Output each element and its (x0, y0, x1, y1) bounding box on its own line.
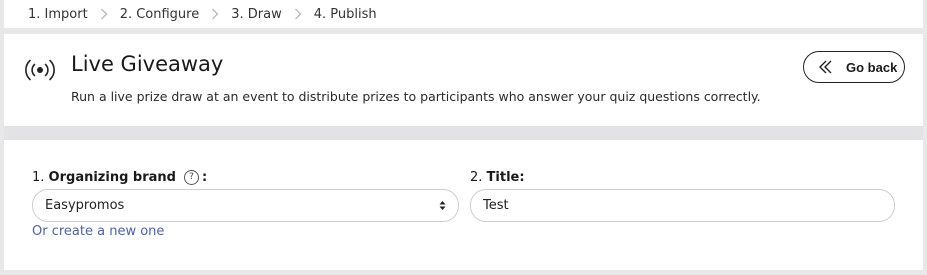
title-input[interactable] (470, 189, 895, 222)
field-label-suffix: : (201, 170, 208, 185)
section-divider (4, 126, 923, 140)
step-draw[interactable]: 3. Draw (231, 7, 282, 22)
go-back-label: Go back (846, 59, 898, 75)
page-description: Run a live prize draw at an event to dis… (71, 89, 761, 104)
wizard-stepper: 1. Import 2. Configure 3. Draw 4. Publis… (4, 0, 923, 28)
field-number: 1. (32, 170, 45, 185)
title-label: 2. Title: (470, 170, 525, 185)
form-card: 1. Organizing brand ? : Easypromos Or cr… (4, 140, 923, 270)
create-new-brand-link[interactable]: Or create a new one (32, 224, 164, 239)
step-configure[interactable]: 2. Configure (120, 7, 200, 22)
field-label-text: Organizing brand (48, 170, 176, 185)
page-title: Live Giveaway (71, 52, 224, 76)
step-import[interactable]: 1. Import (28, 7, 88, 22)
chevron-right-icon (286, 7, 310, 22)
organizing-brand-select[interactable]: Easypromos (32, 189, 459, 222)
go-back-button[interactable]: Go back (803, 51, 905, 83)
select-arrows-icon (439, 201, 446, 210)
field-number: 2. (470, 170, 483, 185)
organizing-brand-label: 1. Organizing brand ? : (32, 170, 207, 185)
selected-value: Easypromos (45, 198, 125, 213)
broadcast-icon (24, 56, 56, 84)
chevron-right-icon (92, 7, 116, 22)
field-label-text: Title: (486, 170, 525, 185)
chevron-right-icon (203, 7, 227, 22)
step-publish[interactable]: 4. Publish (314, 7, 377, 22)
double-chevron-left-icon (818, 60, 834, 74)
header-card: Live Giveaway Run a live prize draw at a… (4, 34, 923, 126)
question-circle-icon[interactable]: ? (183, 170, 199, 185)
